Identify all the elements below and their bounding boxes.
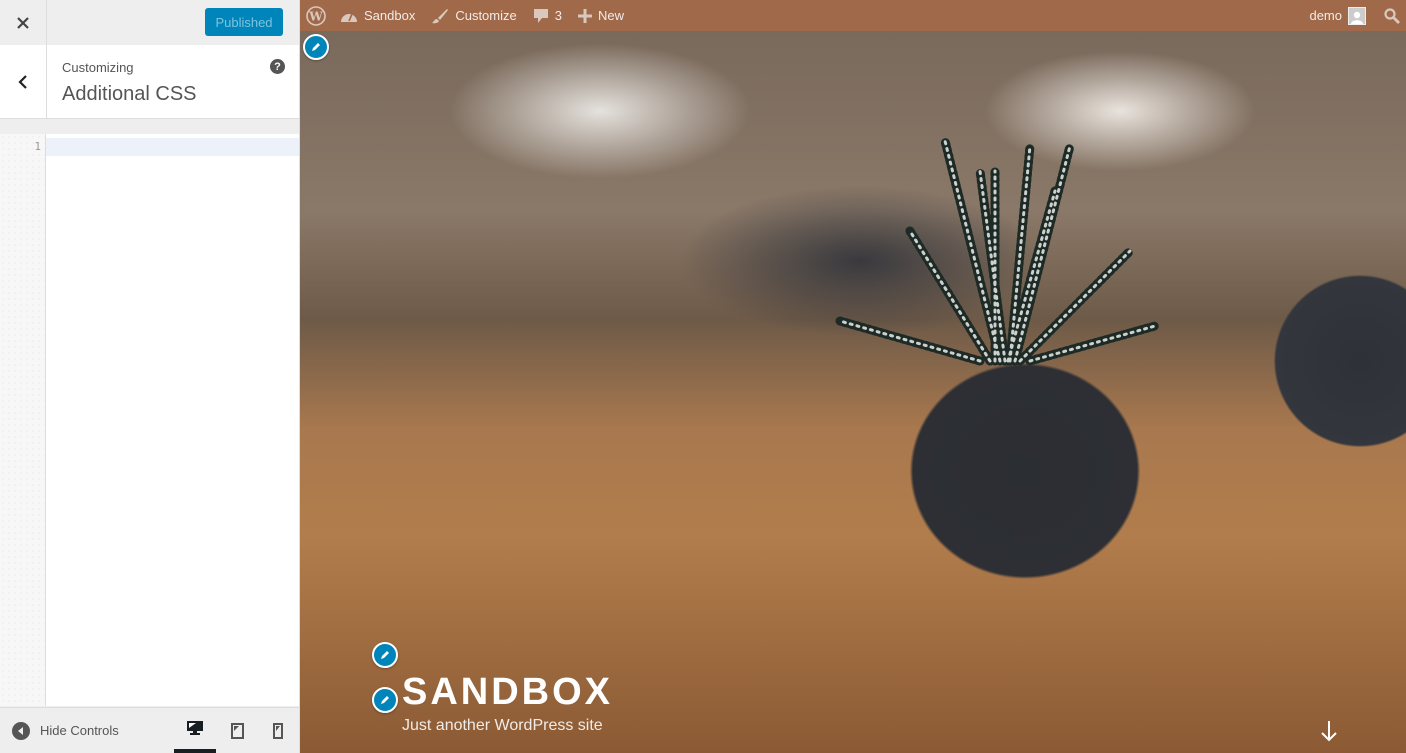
section-title: Additional CSS — [62, 83, 197, 105]
publish-button[interactable]: Published — [205, 8, 283, 36]
back-button[interactable] — [0, 45, 47, 118]
line-number-gutter: 1 — [0, 134, 46, 706]
dashboard-icon — [341, 13, 357, 22]
preview-mobile-button[interactable] — [257, 708, 299, 753]
collapse-arrow-icon — [12, 721, 30, 740]
edit-site-title-shortcut[interactable] — [372, 642, 398, 668]
comment-count: 3 — [554, 8, 562, 23]
preview-desktop-button[interactable] — [174, 708, 216, 753]
adminbar-wordpress-menu[interactable]: W — [306, 5, 326, 26]
pencil-icon — [381, 696, 389, 704]
site-preview: W Sandbox Customize 3 New demo SANDBOX J… — [300, 0, 1406, 753]
adminbar-customize[interactable]: Customize — [431, 8, 517, 24]
preview-tablet-button[interactable] — [216, 708, 258, 753]
close-icon — [17, 16, 29, 29]
site-description[interactable]: Just another WordPress site — [402, 717, 603, 735]
wordpress-logo-icon: W — [306, 5, 326, 26]
paintbrush-icon — [432, 8, 449, 23]
edit-tagline-shortcut[interactable] — [372, 687, 398, 713]
line-number: 1 — [34, 140, 41, 153]
adminbar-new-label: New — [597, 8, 624, 23]
customizer-footer: Hide Controls — [0, 707, 299, 753]
close-customizer-button[interactable] — [0, 0, 47, 45]
pencil-icon — [381, 651, 389, 659]
css-input[interactable] — [50, 138, 295, 158]
admin-bar: W Sandbox Customize 3 New demo — [300, 0, 1406, 31]
adminbar-account[interactable]: demo — [1309, 6, 1366, 25]
pencil-icon — [312, 43, 320, 51]
adminbar-secondary: demo — [1309, 0, 1406, 31]
search-icon — [1384, 7, 1400, 24]
plus-icon — [577, 8, 592, 23]
css-code-editor[interactable]: 1 — [0, 134, 299, 706]
adminbar-search[interactable] — [1384, 7, 1400, 24]
svg-text:W: W — [308, 9, 323, 23]
username: demo — [1309, 8, 1342, 23]
adminbar-customize-label: Customize — [455, 8, 517, 23]
desktop-icon — [187, 721, 203, 735]
mobile-icon — [273, 722, 283, 739]
header-image: SANDBOX Just another WordPress site — [300, 31, 1406, 753]
breadcrumb: Customizing — [62, 60, 134, 75]
edit-header-media-shortcut[interactable] — [303, 34, 329, 60]
hide-controls-label: Hide Controls — [40, 723, 119, 738]
comment-icon — [533, 8, 548, 23]
succulent-plant-illustration — [835, 136, 1160, 366]
site-title[interactable]: SANDBOX — [402, 671, 613, 714]
adminbar-comments[interactable]: 3 — [533, 8, 562, 24]
hide-controls-button[interactable]: Hide Controls — [12, 708, 119, 753]
scroll-down-button[interactable] — [1320, 719, 1338, 743]
tablet-icon — [230, 722, 244, 739]
arrow-down-icon — [1321, 721, 1337, 742]
adminbar-site-name[interactable]: Sandbox — [340, 8, 415, 23]
adminbar-new[interactable]: New — [577, 8, 624, 23]
customizer-sidebar: Published Customizing Additional CSS ? 1… — [0, 0, 300, 753]
chevron-left-icon — [18, 74, 27, 89]
section-header: Customizing Additional CSS ? — [0, 45, 299, 119]
avatar — [1348, 6, 1366, 25]
customizer-header: Published — [0, 0, 299, 46]
adminbar-site-label: Sandbox — [364, 8, 416, 23]
help-icon[interactable]: ? — [270, 59, 285, 74]
